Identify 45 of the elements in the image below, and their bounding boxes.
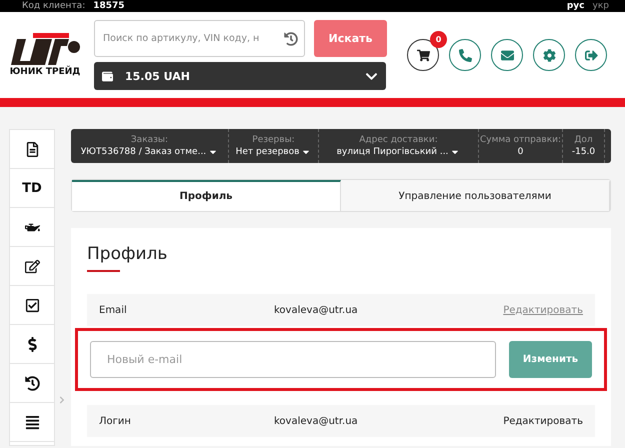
profile-title: Профиль [87, 244, 168, 266]
info-value: -15.0 [572, 147, 596, 157]
client-code: 18575 [93, 1, 125, 11]
phone-icon [458, 48, 472, 62]
info-label: Заказы: [130, 135, 168, 145]
cart-icon [416, 48, 430, 62]
tab[interactable]: Профиль [72, 180, 341, 211]
balance-dropdown[interactable]: 15.05 UAH [94, 62, 386, 90]
client-code-label: Код клиента: [22, 1, 86, 11]
field-label: Email [99, 304, 128, 316]
settings-icon [542, 48, 556, 62]
language-link[interactable]: рус [566, 1, 585, 11]
info-label: Дол [574, 135, 593, 145]
language-link[interactable]: укр [592, 1, 609, 11]
info-label: Резервы: [252, 135, 295, 145]
document-icon [24, 142, 40, 156]
logo-icon [9, 33, 81, 67]
logo-text: ЮНИК ТРЕЙД [10, 67, 80, 77]
mail-button[interactable] [491, 39, 523, 71]
history-icon [24, 376, 40, 390]
email-input[interactable]: Новый e-mail [90, 341, 496, 378]
checkbox-icon [24, 298, 40, 312]
phone-button[interactable] [449, 39, 481, 71]
history-icon[interactable] [284, 32, 298, 46]
edit-link[interactable]: Редактировать [503, 416, 583, 426]
sidebar-item[interactable]: TD [10, 169, 54, 208]
edit-icon [24, 258, 40, 274]
info-label: Адрес доставки: [359, 135, 438, 145]
wallet-icon [102, 70, 113, 82]
info-value[interactable]: Нет резервов [236, 147, 312, 157]
field-label: Логин [99, 416, 132, 426]
tab[interactable]: Управление пользователями [341, 180, 610, 211]
logout-icon [584, 48, 598, 62]
list-icon [24, 414, 40, 430]
search-field[interactable]: Поиск по артикулу, VIN коду, н [94, 20, 305, 57]
info-value: 0 [518, 147, 524, 157]
info-label: Сумма отправки: [480, 135, 562, 145]
envelope-icon [500, 48, 514, 62]
info-value[interactable]: УЮТ536788 / Заказ отме... [80, 147, 218, 157]
cart-count: 0 [430, 31, 447, 48]
logout-button[interactable] [575, 39, 607, 71]
info-value[interactable]: вулиця Пирогівський ... [336, 147, 460, 157]
field-value: kovaleva@utr.ua [274, 304, 359, 316]
field-value: kovaleva@utr.ua [274, 416, 359, 426]
settings-button[interactable] [533, 39, 565, 71]
